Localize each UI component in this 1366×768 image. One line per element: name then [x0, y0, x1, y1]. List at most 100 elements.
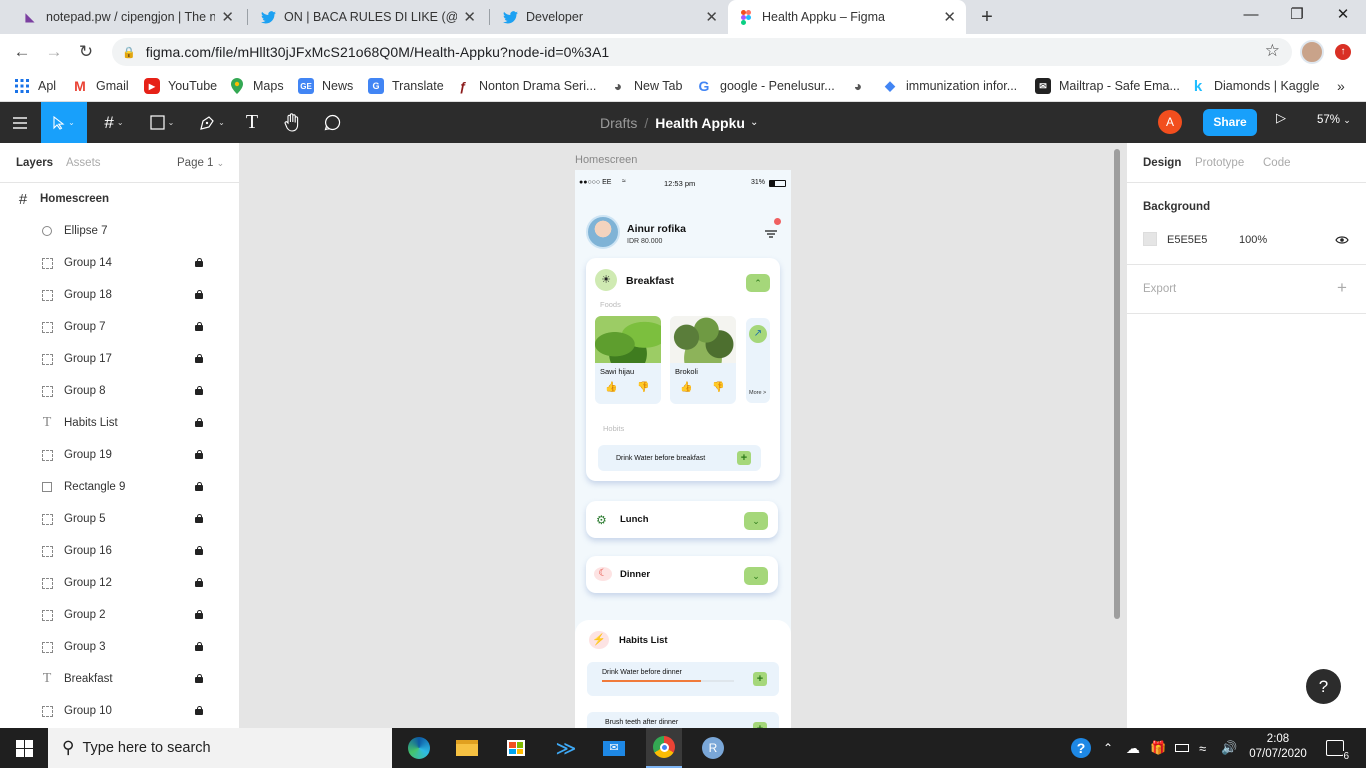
food-card[interactable]: Brokoli 👍 👎 — [670, 316, 736, 404]
layer-item[interactable]: Group 10 — [0, 695, 239, 727]
bookmark-gmail[interactable]: M Gmail — [72, 76, 129, 96]
show-hidden-icons-icon[interactable]: ⌃ — [1103, 728, 1113, 768]
food-card[interactable]: Sawi hijau 👍 👎 — [595, 316, 661, 404]
layer-item[interactable]: Group 2 — [0, 599, 239, 631]
layer-item[interactable]: Rectangle 9 — [0, 471, 239, 503]
expand-dinner-button[interactable]: ⌄ — [744, 567, 768, 585]
new-tab-button[interactable]: + — [976, 4, 998, 30]
add-habit-button[interactable]: + — [737, 451, 751, 465]
layer-item[interactable]: Group 7 — [0, 311, 239, 343]
comment-tool-icon[interactable] — [318, 102, 346, 143]
lock-icon[interactable] — [195, 674, 203, 683]
breadcrumb-drafts[interactable]: Drafts — [600, 115, 637, 131]
user-avatar[interactable]: A — [1158, 110, 1182, 134]
lock-icon[interactable] — [195, 322, 203, 331]
file-explorer-icon[interactable] — [453, 734, 481, 762]
bookmark-maps[interactable]: Maps — [229, 76, 284, 96]
close-icon[interactable]: ✕ — [943, 8, 956, 26]
lock-icon[interactable] — [195, 450, 203, 459]
layer-item[interactable]: Group 3 — [0, 631, 239, 663]
bookmark-globe[interactable]: ◕ — [850, 76, 874, 96]
close-icon[interactable]: ✕ — [463, 8, 476, 26]
expand-lunch-button[interactable]: ⌄ — [744, 512, 768, 530]
lock-icon[interactable] — [195, 482, 203, 491]
layer-item[interactable]: Group 17 — [0, 343, 239, 375]
close-icon[interactable]: ✕ — [221, 8, 234, 26]
bookmark-immunization[interactable]: ◆ immunization infor... — [882, 76, 1017, 96]
bookmark-google[interactable]: Ggoogle - Penelusur... — [696, 76, 835, 96]
tab-assets[interactable]: Assets — [66, 157, 101, 169]
omnibox[interactable]: 🔒 figma.com/file/mHllt30jJFxMcS21o68Q0M/… — [112, 38, 1292, 66]
bookmark-new-tab[interactable]: ◕ New Tab — [610, 76, 683, 96]
lock-icon[interactable] — [195, 354, 203, 363]
layer-item[interactable]: Ellipse 7 — [0, 215, 239, 247]
frame-tool[interactable]: # ⌄ — [96, 102, 132, 143]
bookmark-apl[interactable]: Apl — [14, 76, 56, 96]
text-tool-icon[interactable]: T — [238, 102, 266, 143]
onedrive-cloud-icon[interactable]: ☁ — [1126, 728, 1140, 768]
lock-icon[interactable] — [195, 610, 203, 619]
browser-tab[interactable]: Developer ✕ — [492, 0, 728, 34]
battery-tray-icon[interactable] — [1175, 728, 1189, 768]
tab-design[interactable]: Design — [1143, 157, 1181, 169]
mail-icon[interactable]: ✉ — [600, 734, 628, 762]
windows-start-icon[interactable] — [10, 734, 38, 762]
lock-icon[interactable] — [195, 546, 203, 555]
reload-icon[interactable]: ↻ — [74, 40, 98, 64]
frame-label[interactable]: Homescreen — [575, 154, 637, 166]
thumbs-down-icon[interactable]: 👎 — [712, 382, 724, 393]
edge-icon[interactable] — [405, 734, 433, 762]
thumbs-up-icon[interactable]: 👍 — [605, 382, 617, 393]
lock-icon[interactable] — [195, 642, 203, 651]
layer-item[interactable]: Group 18 — [0, 279, 239, 311]
lock-icon[interactable] — [195, 578, 203, 587]
lock-icon[interactable] — [195, 290, 203, 299]
present-play-icon[interactable]: ▷ — [1276, 110, 1286, 126]
layer-item[interactable]: Group 5 — [0, 503, 239, 535]
profile-avatar[interactable] — [1300, 40, 1324, 64]
bookmark-kaggle[interactable]: k Diamonds | Kaggle — [1190, 76, 1320, 96]
page-selector[interactable]: Page 1 ⌄ — [177, 157, 224, 169]
minimize-icon[interactable]: — — [1228, 0, 1274, 30]
bookmark-news[interactable]: GE News — [298, 76, 353, 96]
tab-code[interactable]: Code — [1263, 157, 1291, 169]
habit-item[interactable]: Drink Water before dinner + — [587, 662, 779, 696]
lock-icon[interactable] — [195, 258, 203, 267]
hand-tool-icon[interactable] — [278, 102, 306, 143]
r-app-icon[interactable]: R — [699, 734, 727, 762]
canvas-scrollbar[interactable] — [1114, 149, 1120, 619]
eye-icon[interactable] — [1335, 233, 1349, 248]
habit-item[interactable]: Brush teeth after dinner + — [587, 712, 779, 728]
layer-item[interactable]: T Breakfast — [0, 663, 239, 695]
window-close-icon[interactable]: ✕ — [1320, 0, 1366, 30]
share-button[interactable]: Share — [1203, 109, 1257, 136]
move-tool[interactable]: ⌄ — [41, 102, 87, 143]
visual-studio-code-icon[interactable]: ≫ — [552, 734, 580, 762]
notification-center-icon[interactable]: 6 — [1326, 728, 1349, 768]
browser-tab-active[interactable]: Health Appku – Figma ✕ — [728, 0, 966, 34]
tab-layers[interactable]: Layers — [16, 157, 53, 169]
pen-tool[interactable]: ⌄ — [192, 102, 232, 143]
lunch-card[interactable]: ⚙ Lunch ⌄ — [586, 501, 778, 538]
lock-icon[interactable] — [195, 514, 203, 523]
bookmark-youtube[interactable]: ▶ YouTube — [144, 76, 217, 96]
project-title[interactable]: Health Appku — [655, 115, 745, 131]
bookmark-mailtrap[interactable]: ✉ Mailtrap - Safe Ema... — [1035, 76, 1180, 96]
network-icon[interactable]: ≈ — [1199, 728, 1206, 768]
tab-prototype[interactable]: Prototype — [1195, 157, 1244, 169]
shape-tool[interactable]: ⌄ — [142, 102, 182, 143]
bookmark-star-icon[interactable]: ☆ — [1265, 41, 1280, 61]
habit-item[interactable]: Drink Water before breakfast + — [598, 445, 761, 471]
help-tray-icon[interactable]: ? — [1071, 728, 1091, 768]
bookmark-drama[interactable]: ƒ Nonton Drama Seri... — [455, 76, 596, 96]
app-notification-icon[interactable]: 🎁 — [1150, 728, 1166, 768]
thumbs-down-icon[interactable]: 👎 — [637, 382, 649, 393]
zoom-control[interactable]: 57% ⌄ — [1317, 114, 1351, 126]
url-text[interactable]: figma.com/file/mHllt30jJFxMcS21o68Q0M/He… — [146, 44, 610, 60]
browser-tab[interactable]: ON | BACA RULES DI LIKE (@kdra ✕ — [250, 0, 486, 34]
store-icon[interactable] — [502, 734, 530, 762]
background-opacity[interactable]: 100% — [1239, 234, 1267, 246]
layer-frame[interactable]: # Homescreen — [0, 183, 239, 215]
more-bookmarks-icon[interactable]: » — [1337, 76, 1345, 96]
more-foods-button[interactable]: ↗ More > — [746, 318, 770, 403]
